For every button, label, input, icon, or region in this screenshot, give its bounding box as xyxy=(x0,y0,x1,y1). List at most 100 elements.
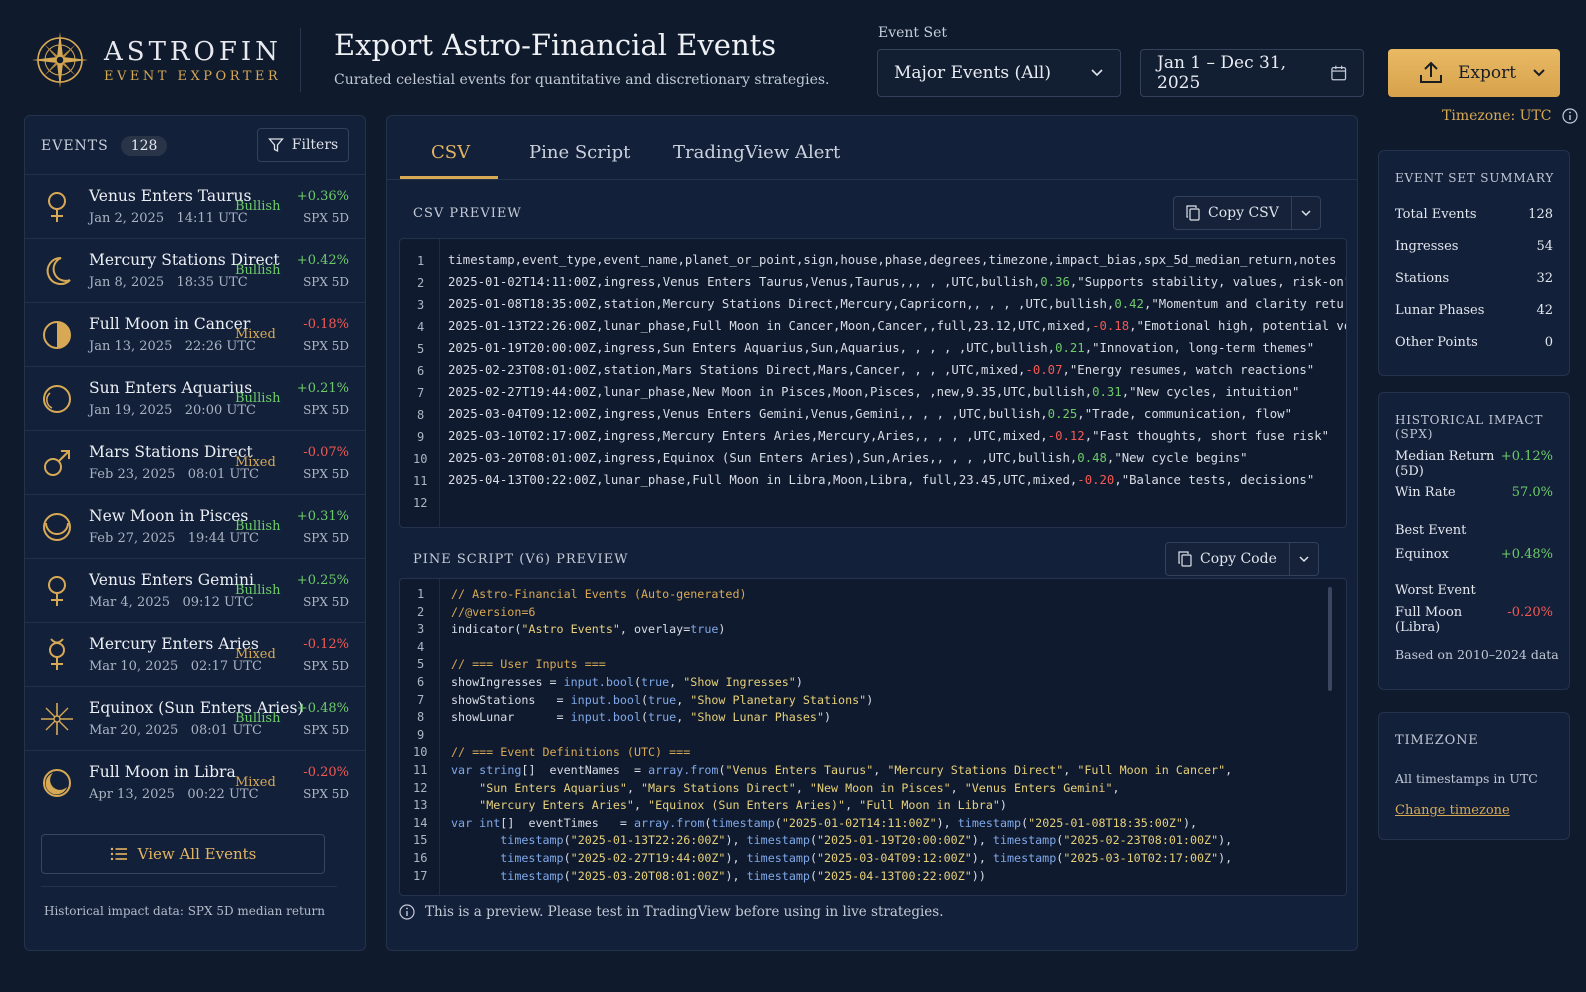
change-timezone-link[interactable]: Change timezone xyxy=(1395,803,1510,818)
line-number: 11 xyxy=(413,763,428,777)
view-all-events-button[interactable]: View All Events xyxy=(41,834,325,874)
line-number: 1 xyxy=(417,587,425,601)
event-row[interactable]: Mercury Stations Direct Jan 8, 2025 18:3… xyxy=(25,238,365,302)
info-icon xyxy=(399,904,415,920)
csv-line: 2025-03-10T02:17:00Z,ingress,Mercury Ent… xyxy=(448,429,1330,443)
chevron-down-icon[interactable] xyxy=(1298,553,1310,565)
event-row[interactable]: New Moon in Pisces Feb 27, 2025 19:44 UT… xyxy=(25,494,365,558)
event-return-label: SPX 5D xyxy=(303,275,349,289)
page-title: Export Astro-Financial Events xyxy=(334,28,777,62)
historical-impact-panel: HISTORICAL IMPACT (SPX) Median Return (5… xyxy=(1378,392,1570,690)
pine-line: showIngresses = input.bool(true, "Show I… xyxy=(451,675,803,689)
copy-icon xyxy=(1186,205,1200,221)
filters-label: Filters xyxy=(291,137,339,153)
event-return: +0.36% xyxy=(296,189,349,204)
median-return-value: +0.12% xyxy=(1500,449,1553,464)
event-bias: Bullish xyxy=(235,391,281,406)
best-event-label: Best Event xyxy=(1395,523,1467,538)
line-number: 2 xyxy=(417,604,425,619)
tab-tradingview-alert[interactable]: TradingView Alert xyxy=(673,142,840,163)
filters-button[interactable]: Filters xyxy=(257,128,349,162)
brand-logo[interactable]: ASTROFIN EVENT EXPORTER xyxy=(30,30,282,90)
event-date: Jan 19, 2025 xyxy=(89,403,173,418)
event-row[interactable]: Venus Enters Taurus Jan 2, 2025 14:11 UT… xyxy=(25,174,365,238)
line-number: 9 xyxy=(417,430,425,444)
export-label: Export xyxy=(1458,63,1517,83)
event-datetime: Apr 13, 2025 00:22 UTC xyxy=(89,787,259,802)
event-name: Mercury Stations Direct xyxy=(89,251,280,269)
pine-line: timestamp("2025-01-13T22:26:00Z"), times… xyxy=(500,833,1233,848)
copy-code-button[interactable]: Copy Code xyxy=(1165,542,1319,576)
event-datetime: Jan 8, 2025 18:35 UTC xyxy=(89,275,248,290)
pine-line: //@version=6 xyxy=(451,604,536,619)
brand-subtitle: EVENT EXPORTER xyxy=(104,68,282,84)
event-row[interactable]: Equinox (Sun Enters Aries) Mar 20, 2025 … xyxy=(25,686,365,750)
timezone-note: Timezone: UTC xyxy=(1442,108,1578,124)
worst-event-value: -0.20% xyxy=(1507,605,1553,620)
copy-csv-button[interactable]: Copy CSV xyxy=(1173,196,1321,230)
scrollbar[interactable] xyxy=(1328,587,1332,691)
csv-code-box[interactable]: 1 timestamp,event_type,event_name,planet_… xyxy=(399,238,1347,528)
event-return: +0.31% xyxy=(296,509,349,524)
tab-pine-script[interactable]: Pine Script xyxy=(529,142,630,163)
median-return-label: Median Return (5D) xyxy=(1395,449,1495,479)
csv-line: 2025-04-13T00:22:00Z,lunar_phase,Full Mo… xyxy=(448,473,1315,487)
event-row[interactable]: Full Moon in Libra Apr 13, 2025 00:22 UT… xyxy=(25,750,365,814)
event-row[interactable]: Venus Enters Gemini Mar 4, 2025 09:12 UT… xyxy=(25,558,365,622)
venus-glyph-icon xyxy=(37,187,77,227)
win-rate-label: Win Rate xyxy=(1395,485,1456,500)
pine-code-box[interactable]: 1 // Astro-Financial Events (Auto-generat… xyxy=(399,578,1347,896)
event-return: +0.21% xyxy=(296,381,349,396)
preview-note: This is a preview. Please test in Tradin… xyxy=(399,904,943,920)
event-row[interactable]: Sun Enters Aquarius Jan 19, 2025 20:00 U… xyxy=(25,366,365,430)
chevron-down-icon[interactable] xyxy=(1300,207,1312,219)
summary-value: 32 xyxy=(1536,271,1553,286)
event-name: Full Moon in Libra xyxy=(89,763,236,781)
median-return-row: Median Return (5D) +0.12% xyxy=(1395,449,1553,479)
pine-line: var int[] eventTimes = array.from(timest… xyxy=(451,815,1198,830)
best-event-name: Equinox xyxy=(1395,547,1449,562)
event-return-label: SPX 5D xyxy=(303,339,349,353)
summary-label: Ingresses xyxy=(1395,239,1459,254)
event-set-summary-panel: EVENT SET SUMMARY Total Events 128 Ingress… xyxy=(1378,150,1570,376)
event-set-select[interactable]: Major Events (All) xyxy=(877,49,1121,97)
summary-value: 42 xyxy=(1536,303,1553,318)
event-datetime: Feb 23, 2025 08:01 UTC xyxy=(89,467,259,482)
chevron-down-icon[interactable] xyxy=(1532,66,1546,80)
event-name: Venus Enters Taurus xyxy=(89,187,252,205)
event-datetime: Jan 2, 2025 14:11 UTC xyxy=(89,211,248,226)
event-date: Feb 23, 2025 xyxy=(89,467,176,482)
crescent-glyph-icon xyxy=(37,251,77,291)
tab-csv[interactable]: CSV xyxy=(431,142,470,163)
event-name: Venus Enters Gemini xyxy=(89,571,254,589)
line-number: 6 xyxy=(417,364,425,378)
copy-icon xyxy=(1178,551,1192,567)
event-return-label: SPX 5D xyxy=(303,531,349,545)
event-datetime: Jan 13, 2025 22:26 UTC xyxy=(89,339,256,354)
csv-line: 2025-01-02T14:11:00Z,ingress,Venus Enter… xyxy=(448,275,1347,289)
event-bias: Bullish xyxy=(235,263,281,278)
event-return: +0.42% xyxy=(296,253,349,268)
csv-line: 2025-01-19T20:00:00Z,ingress,Sun Enters … xyxy=(448,341,1315,355)
events-list: Venus Enters Taurus Jan 2, 2025 14:11 UT… xyxy=(25,174,365,814)
export-button[interactable]: Export xyxy=(1388,49,1560,97)
event-row[interactable]: Mars Stations Direct Feb 23, 2025 08:01 … xyxy=(25,430,365,494)
event-name: New Moon in Pisces xyxy=(89,507,249,525)
line-number: 5 xyxy=(417,342,425,356)
event-date: Jan 8, 2025 xyxy=(89,275,165,290)
event-name: Equinox (Sun Enters Aries) xyxy=(89,699,304,717)
info-icon[interactable] xyxy=(1561,108,1578,124)
summary-row: Total Events 128 xyxy=(1395,207,1553,222)
event-row[interactable]: Full Moon in Cancer Jan 13, 2025 22:26 U… xyxy=(25,302,365,366)
fullmoon2-glyph-icon xyxy=(37,763,77,803)
summary-label: Lunar Phases xyxy=(1395,303,1485,318)
event-datetime: Feb 27, 2025 19:44 UTC xyxy=(89,531,259,546)
event-name: Mars Stations Direct xyxy=(89,443,253,461)
event-row[interactable]: Mercury Enters Aries Mar 10, 2025 02:17 … xyxy=(25,622,365,686)
line-number: 17 xyxy=(413,868,428,883)
event-bias: Bullish xyxy=(235,711,281,726)
date-range-picker[interactable]: Jan 1 – Dec 31, 2025 xyxy=(1140,49,1364,97)
preview-panel: CSV Pine Script TradingView Alert CSV PR… xyxy=(386,115,1358,951)
worst-event-name: Full Moon (Libra) xyxy=(1395,605,1463,635)
event-date: Feb 27, 2025 xyxy=(89,531,176,546)
